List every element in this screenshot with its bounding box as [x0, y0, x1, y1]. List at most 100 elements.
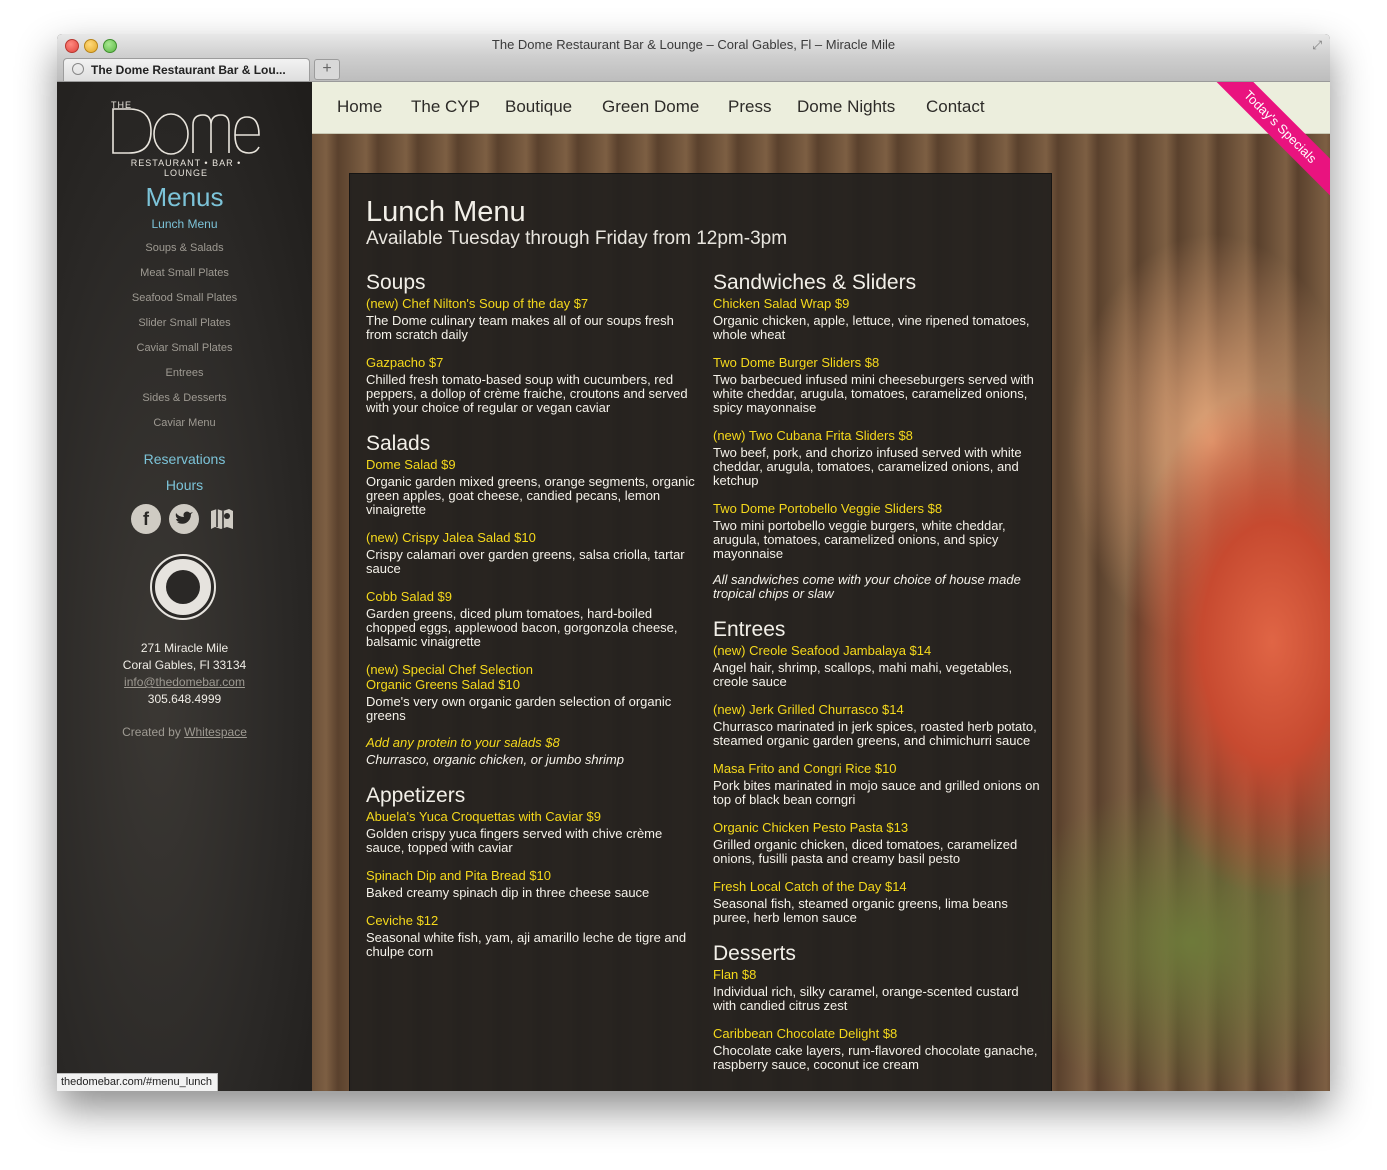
- menu-item-desc: Angel hair, shrimp, scallops, mahi mahi,…: [713, 660, 1013, 689]
- section-title-salads: Salads: [366, 432, 431, 455]
- main-content: Home The CYP Boutique Green Dome Press D…: [312, 82, 1330, 1091]
- twitter-icon[interactable]: [169, 504, 199, 534]
- section-title-appetizers: Appetizers: [366, 784, 466, 807]
- menu-item-name: Fresh Local Catch of the Day $14: [713, 879, 907, 894]
- menu-item-desc: Churrasco marinated in jerk spices, roas…: [713, 719, 1037, 748]
- nav-the-cyp[interactable]: The CYP: [411, 97, 480, 117]
- menu-item-desc: Golden crispy yuca fingers served with c…: [366, 826, 663, 855]
- address-line-2: Coral Gables, Fl 33134: [122, 658, 247, 672]
- tab-bar: The Dome Restaurant Bar & Lou... +: [57, 56, 1330, 82]
- sidebar-link-seafood-small-plates[interactable]: Seafood Small Plates: [57, 292, 312, 304]
- menu-item-desc: Chilled fresh tomato-based soup with cuc…: [366, 372, 688, 415]
- loading-icon: [72, 63, 84, 75]
- new-tab-button[interactable]: +: [314, 59, 340, 80]
- sidebar-link-sides-desserts[interactable]: Sides & Desserts: [57, 392, 312, 404]
- facebook-icon[interactable]: f: [131, 504, 161, 534]
- sidebar-link-slider-small-plates[interactable]: Slider Small Plates: [57, 317, 312, 329]
- menu-item-name: (new) Special Chef Selection: [366, 662, 533, 677]
- section-title-soups: Soups: [366, 271, 426, 294]
- phone-number: 305.648.4999: [147, 692, 222, 706]
- sidebar-link-entrees[interactable]: Entrees: [57, 367, 312, 379]
- reservations-link[interactable]: Reservations: [57, 451, 312, 467]
- menu-item-name: Organic Chicken Pesto Pasta $13: [713, 820, 909, 835]
- menu-item-desc: Crispy calamari over garden greens, sals…: [366, 547, 685, 576]
- menu-item-desc: Two beef, pork, and chorizo infused serv…: [713, 445, 1022, 488]
- sidebar-link-caviar-menu[interactable]: Caviar Menu: [57, 417, 312, 429]
- usgbc-leed-badge: [150, 554, 216, 620]
- menu-item-name: Dome Salad $9: [366, 457, 456, 472]
- address-line-1: 271 Miracle Mile: [140, 641, 229, 655]
- menu-item-name: Spinach Dip and Pita Bread $10: [366, 868, 552, 883]
- menu-item-name-2: Organic Greens Salad $10: [366, 677, 520, 692]
- lunch-menu-panel: Lunch Menu Available Tuesday through Fri…: [349, 173, 1052, 1091]
- menu-item-name: Flan $8: [713, 967, 757, 982]
- menu-title: Lunch Menu: [366, 196, 526, 228]
- page-viewport: THE RESTAURANT • BAR • LOUNGE Menus Lunc…: [57, 82, 1330, 1091]
- menu-item-name: (new) Two Cubana Frita Sliders $8: [713, 428, 913, 443]
- menu-item-desc: Dome's very own organic garden selection…: [366, 694, 672, 723]
- sidebar-link-soups-salads[interactable]: Soups & Salads: [57, 242, 312, 254]
- menu-right-column: Sandwiches & Sliders Chicken Salad Wrap …: [713, 271, 1043, 1072]
- menu-item-name: Abuela's Yuca Croquettas with Caviar $9: [366, 809, 601, 824]
- menu-item-name: Gazpacho $7: [366, 355, 444, 370]
- nav-press[interactable]: Press: [728, 97, 771, 117]
- credit-line: Created by Whitespace: [57, 725, 312, 739]
- status-bar-url: thedomebar.com/#menu_lunch: [57, 1073, 219, 1091]
- menu-left-column: Soups (new) Chef Nilton's Soup of the da…: [366, 271, 696, 959]
- dome-logo[interactable]: THE RESTAURANT • BAR • LOUNGE: [111, 97, 261, 178]
- menu-item-name: (new) Creole Seafood Jambalaya $14: [713, 643, 932, 658]
- menu-item-name: Ceviche $12: [366, 913, 439, 928]
- menu-item-desc: Organic chicken, apple, lettuce, vine ri…: [713, 313, 1030, 342]
- menu-item-name: (new) Jerk Grilled Churrasco $14: [713, 702, 904, 717]
- menu-item-name: Two Dome Burger Sliders $8: [713, 355, 880, 370]
- credit-label: Created by: [122, 725, 181, 739]
- menu-item-name: Cobb Salad $9: [366, 589, 453, 604]
- browser-window: The Dome Restaurant Bar & Lounge – Coral…: [57, 34, 1330, 1091]
- menu-item-desc: Individual rich, silky caramel, orange-s…: [713, 984, 1019, 1013]
- protein-note: Add any protein to your salads $8: [366, 735, 560, 750]
- menu-item-desc: Two mini portobello veggie burgers, whit…: [713, 518, 1006, 561]
- menu-item-desc: Chocolate cake layers, rum-flavored choc…: [713, 1043, 1038, 1072]
- email-link[interactable]: info@thedomebar.com: [124, 675, 245, 689]
- window-title: The Dome Restaurant Bar & Lounge – Coral…: [491, 37, 896, 52]
- menu-item-name: Chicken Salad Wrap $9: [713, 296, 850, 311]
- title-bar: The Dome Restaurant Bar & Lounge – Coral…: [57, 34, 1330, 57]
- menu-item-name: Masa Frito and Congri Rice $10: [713, 761, 897, 776]
- section-title-entrees: Entrees: [713, 618, 786, 641]
- hours-link[interactable]: Hours: [57, 477, 312, 493]
- nav-boutique[interactable]: Boutique: [505, 97, 572, 117]
- dome-wordmark-icon: [112, 108, 260, 155]
- nav-green-dome[interactable]: Green Dome: [602, 97, 699, 117]
- menu-item-name: (new) Chef Nilton's Soup of the day $7: [366, 296, 589, 311]
- menu-item-desc: Organic garden mixed greens, orange segm…: [366, 474, 695, 517]
- sidebar-link-meat-small-plates[interactable]: Meat Small Plates: [57, 267, 312, 279]
- nav-contact[interactable]: Contact: [926, 97, 985, 117]
- top-nav: Home The CYP Boutique Green Dome Press D…: [312, 82, 1330, 134]
- whitespace-link[interactable]: Whitespace: [184, 725, 247, 739]
- menu-item-desc: The Dome culinary team makes all of our …: [366, 313, 674, 342]
- sidebar: THE RESTAURANT • BAR • LOUNGE Menus Lunc…: [57, 82, 312, 1091]
- nav-home[interactable]: Home: [337, 97, 382, 117]
- menu-item-desc: Seasonal fish, steamed organic greens, l…: [713, 896, 1008, 925]
- sidebar-link-lunch-menu[interactable]: Lunch Menu: [57, 217, 312, 231]
- menu-item-desc: Two barbecued infused mini cheeseburgers…: [713, 372, 1034, 415]
- menu-item-desc: Seasonal white fish, yam, aji amarillo l…: [366, 930, 687, 959]
- menus-heading: Menus: [145, 182, 224, 212]
- email-row: info@thedomebar.com: [57, 675, 312, 689]
- protein-options: Churrasco, organic chicken, or jumbo shr…: [366, 752, 624, 767]
- menu-item-desc: Pork bites marinated in mojo sauce and g…: [713, 778, 1040, 807]
- nav-dome-nights[interactable]: Dome Nights: [797, 97, 895, 117]
- menu-item-name: (new) Crispy Jalea Salad $10: [366, 530, 536, 545]
- menu-item-name: Two Dome Portobello Veggie Sliders $8: [713, 501, 943, 516]
- fullscreen-icon[interactable]: ⤢: [1312, 38, 1322, 53]
- section-title-desserts: Desserts: [713, 942, 796, 965]
- logo-tagline: RESTAURANT • BAR • LOUNGE: [130, 158, 242, 178]
- menu-item-name: Caribbean Chocolate Delight $8: [713, 1026, 898, 1041]
- menu-item-desc: Grilled organic chicken, diced tomatoes,…: [713, 837, 1018, 866]
- sandwich-note: All sandwiches come with your choice of …: [713, 572, 1021, 601]
- menu-item-desc: Garden greens, diced plum tomatoes, hard…: [366, 606, 678, 649]
- browser-tab[interactable]: The Dome Restaurant Bar & Lou...: [63, 58, 310, 81]
- map-icon[interactable]: [209, 506, 235, 532]
- menu-subtitle: Available Tuesday through Friday from 12…: [366, 228, 788, 249]
- sidebar-link-caviar-small-plates[interactable]: Caviar Small Plates: [57, 342, 312, 354]
